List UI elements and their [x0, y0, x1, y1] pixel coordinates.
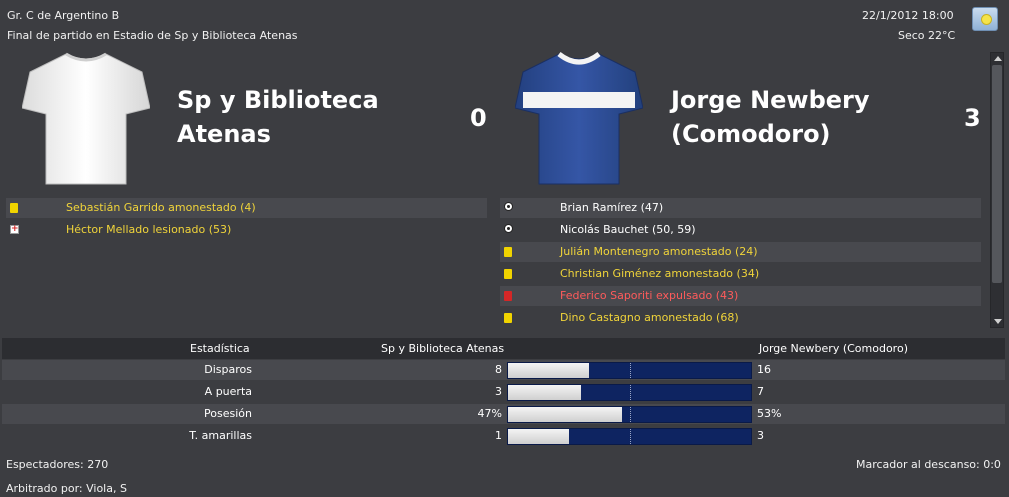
stat-away-value: 53%: [757, 407, 782, 420]
injury-icon: +: [10, 224, 19, 234]
match-status: Final de partido en Estadio de Sp y Bibl…: [7, 29, 298, 42]
stat-comparison-bar: [507, 406, 752, 423]
stat-comparison-bar: [507, 362, 752, 379]
away-team-name-line2: (Comodoro): [671, 120, 831, 148]
competition-label[interactable]: Gr. C de Argentino B: [7, 9, 119, 22]
event-text: Federico Saporiti expulsado (43): [560, 289, 739, 302]
match-datetime: 22/1/2012 18:00: [862, 9, 954, 22]
referee-text[interactable]: Arbitrado por: Viola, S: [6, 482, 127, 495]
stat-home-value: 8: [495, 363, 502, 376]
yellow-card-icon: [504, 269, 512, 279]
stat-bar-home-fill: [508, 385, 581, 400]
away-team-name-line1: Jorge Newbery: [671, 86, 870, 114]
stat-label: Disparos: [204, 363, 252, 376]
stat-home-value: 1: [495, 429, 502, 442]
stat-row: Disparos 8 16: [2, 360, 1005, 380]
stats-header-label: Estadística: [190, 342, 250, 355]
home-team-name-line2: Atenas: [177, 120, 271, 148]
yellow-card-icon: [10, 203, 18, 213]
stat-row: T. amarillas 1 3: [2, 426, 1005, 446]
stat-away-value: 16: [757, 363, 771, 376]
event-text: Julián Montenegro amonestado (24): [560, 245, 758, 258]
away-shirt-icon: [514, 50, 644, 188]
stat-row: Posesión 47% 53%: [2, 404, 1005, 424]
stat-home-value: 47%: [477, 407, 502, 420]
stat-label: Posesión: [204, 407, 252, 420]
stats-header-away[interactable]: Jorge Newbery (Comodoro): [759, 342, 908, 355]
event-text: Héctor Mellado lesionado (53): [66, 223, 232, 236]
goal-ball-icon: [504, 224, 513, 233]
away-event-row[interactable]: Dino Castagno amonestado (68): [500, 308, 981, 328]
event-text: Dino Castagno amonestado (68): [560, 311, 739, 324]
stat-home-value: 3: [495, 385, 502, 398]
home-score: 0: [470, 104, 487, 132]
away-event-row[interactable]: Julián Montenegro amonestado (24): [500, 242, 981, 262]
home-shirt-icon: [21, 50, 151, 188]
stat-bar-home-fill: [508, 429, 569, 444]
away-event-row[interactable]: Nicolás Bauchet (50, 59): [500, 220, 981, 240]
stat-away-value: 7: [757, 385, 764, 398]
away-event-row[interactable]: Brian Ramírez (47): [500, 198, 981, 218]
event-text: Brian Ramírez (47): [560, 201, 664, 214]
events-scrollbar[interactable]: [990, 52, 1004, 328]
home-event-row[interactable]: + Héctor Mellado lesionado (53): [6, 220, 487, 240]
event-text: Nicolás Bauchet (50, 59): [560, 223, 696, 236]
stat-label: T. amarillas: [189, 429, 252, 442]
away-team-name[interactable]: Jorge Newbery (Comodoro): [671, 83, 870, 151]
stats-header: Estadística Sp y Biblioteca Atenas Jorge…: [2, 338, 1005, 359]
yellow-card-icon: [504, 247, 512, 257]
stat-bar-home-fill: [508, 407, 623, 422]
attendance-text: Espectadores: 270: [6, 458, 109, 471]
away-score: 3: [964, 104, 981, 132]
stat-row: A puerta 3 7: [2, 382, 1005, 402]
stat-comparison-bar: [507, 384, 752, 401]
yellow-card-icon: [504, 313, 512, 323]
scroll-up-arrow-icon[interactable]: [994, 56, 1002, 61]
stat-away-value: 3: [757, 429, 764, 442]
scroll-down-arrow-icon[interactable]: [994, 319, 1002, 324]
red-card-icon: [504, 291, 512, 301]
away-event-row[interactable]: Christian Giménez amonestado (34): [500, 264, 981, 284]
away-event-row[interactable]: Federico Saporiti expulsado (43): [500, 286, 981, 306]
stat-label: A puerta: [204, 385, 252, 398]
home-event-row[interactable]: Sebastián Garrido amonestado (4): [6, 198, 487, 218]
home-team-name-line1: Sp y Biblioteca: [177, 86, 379, 114]
weather-text: Seco 22°C: [898, 29, 956, 42]
stat-bar-home-fill: [508, 363, 589, 378]
stat-comparison-bar: [507, 428, 752, 445]
halftime-score-text: Marcador al descanso: 0:0: [856, 458, 1001, 471]
stats-header-home[interactable]: Sp y Biblioteca Atenas: [381, 342, 504, 355]
goal-ball-icon: [504, 202, 513, 211]
event-text: Sebastián Garrido amonestado (4): [66, 201, 256, 214]
scrollbar-thumb[interactable]: [992, 65, 1002, 283]
home-team-name[interactable]: Sp y Biblioteca Atenas: [177, 83, 379, 151]
sun-icon: [972, 7, 998, 31]
event-text: Christian Giménez amonestado (34): [560, 267, 760, 280]
